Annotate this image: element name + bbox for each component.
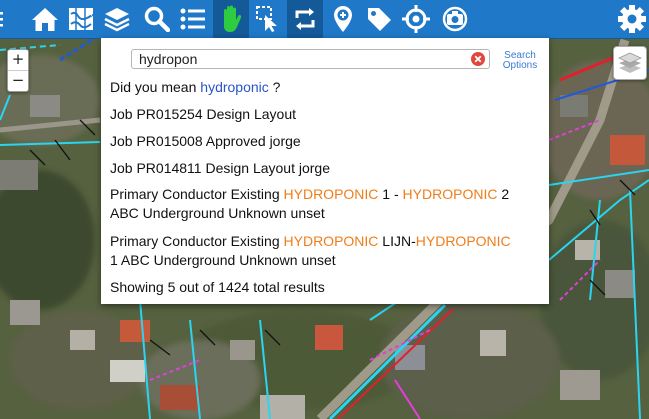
search-panel: Search Options Did you mean hydroponic ?… xyxy=(101,38,549,304)
settings-icon xyxy=(618,5,646,33)
search-result-item[interactable]: Job PR015254 Design Layout xyxy=(110,105,544,124)
layers-button[interactable] xyxy=(99,0,135,38)
result-text: ABC Underground Unknown unset xyxy=(110,205,325,221)
result-text: 1 - xyxy=(378,186,403,202)
result-text: Primary Conductor Existing xyxy=(110,233,284,249)
result-text: 1 ABC Underground Unknown unset xyxy=(110,252,336,268)
search-result-item[interactable]: Primary Conductor Existing HYDROPONIC LI… xyxy=(110,232,544,270)
did-you-mean: Did you mean hydroponic ? xyxy=(110,78,544,97)
did-you-mean-prefix: Did you mean xyxy=(110,79,197,95)
menu-button[interactable] xyxy=(0,0,14,38)
layers-icon xyxy=(104,8,130,32)
layer-switcher-button[interactable] xyxy=(613,46,647,80)
stacked-layers-icon xyxy=(618,52,642,73)
menu-icon xyxy=(0,12,3,27)
zoom-control: + − xyxy=(7,49,29,92)
sync-button[interactable] xyxy=(287,0,323,38)
did-you-mean-suffix: ? xyxy=(272,79,281,95)
search-box xyxy=(131,49,490,69)
result-highlight: HYDROPONIC xyxy=(415,233,511,249)
add-location-icon xyxy=(334,6,352,32)
hand-icon xyxy=(224,5,242,32)
zoom-out-button[interactable]: − xyxy=(8,70,28,91)
search-result-item[interactable]: Job PR014811 Design Layout jorge xyxy=(110,159,544,178)
result-text: LIJN- xyxy=(378,233,416,249)
tag-icon xyxy=(368,8,391,31)
results-summary: Showing 5 out of 1424 total results xyxy=(110,279,325,295)
result-text: Primary Conductor Existing xyxy=(110,186,284,202)
search-options-label-2: Options xyxy=(502,60,538,71)
map-button[interactable] xyxy=(63,0,99,38)
photo-location-button[interactable] xyxy=(437,0,473,38)
settings-button[interactable] xyxy=(614,0,649,38)
search-input[interactable] xyxy=(139,50,459,68)
list-icon xyxy=(180,8,205,30)
pan-tool-button[interactable] xyxy=(213,0,249,38)
did-you-mean-suggestion[interactable]: hydroponic xyxy=(200,79,269,95)
clear-search-icon[interactable] xyxy=(471,52,485,66)
select-pointer-icon xyxy=(256,6,277,32)
camera-location-icon xyxy=(442,6,468,32)
search-button[interactable] xyxy=(139,0,175,38)
result-highlight: HYDROPONIC xyxy=(283,233,379,249)
home-button[interactable] xyxy=(27,0,63,38)
search-result-item[interactable]: Primary Conductor Existing HYDROPONIC 1 … xyxy=(110,185,544,223)
list-button[interactable] xyxy=(175,0,211,38)
crosshair-icon xyxy=(402,5,430,33)
main-toolbar xyxy=(0,0,649,39)
add-location-button[interactable] xyxy=(325,0,361,38)
zoom-in-button[interactable]: + xyxy=(8,50,28,70)
search-options-link[interactable]: Search Options xyxy=(500,51,540,71)
result-highlight: HYDROPONIC xyxy=(402,186,498,202)
select-tool-button[interactable] xyxy=(250,0,286,38)
locate-button[interactable] xyxy=(398,0,434,38)
home-icon xyxy=(32,8,58,31)
search-result-item[interactable]: Job PR015008 Approved jorge xyxy=(110,132,544,151)
tag-button[interactable] xyxy=(361,0,397,38)
result-highlight: HYDROPONIC xyxy=(283,186,379,202)
search-icon xyxy=(144,6,170,32)
map-icon xyxy=(69,8,94,30)
result-text: 2 xyxy=(497,186,510,202)
sync-icon xyxy=(295,8,315,30)
